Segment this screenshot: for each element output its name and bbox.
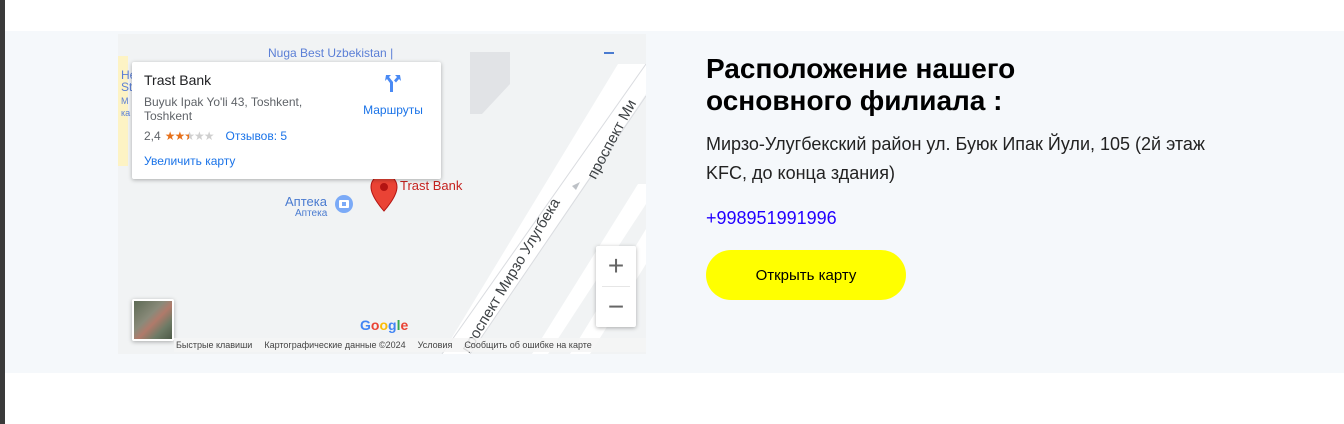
poi-label-cut-2: St [121, 80, 133, 94]
place-info-card: Trast Bank Buyuk Ipak Yo'li 43, Toshkent… [132, 62, 441, 179]
open-map-button[interactable]: Открыть карту [706, 250, 906, 300]
directions-label: Маршруты [363, 103, 423, 117]
poi-label-cut-3: M [121, 96, 129, 106]
rating-row: 2,4 ★★★★★★ Отзывов: 5 [144, 129, 287, 143]
google-logo: Google [360, 317, 409, 333]
pin-label[interactable]: Trast Bank [400, 178, 462, 193]
phone-link[interactable]: +998951991996 [706, 208, 837, 229]
poi-label-nuga-best[interactable]: Nuga Best Uzbekistan | [268, 46, 393, 60]
reviews-link[interactable]: Отзывов: 5 [225, 129, 287, 143]
directions-icon [385, 75, 401, 92]
pharmacy-title[interactable]: Аптека [285, 194, 327, 209]
branch-address: Мирзо-Улугбекский район ул. Буюк Ипак Йу… [706, 134, 1205, 183]
pharmacy-subtitle: Аптека [295, 208, 328, 219]
terms-link[interactable]: Условия [418, 340, 453, 350]
zoom-out-button[interactable]: − [596, 287, 636, 327]
rating-stars-icon: ★★★★★★ [164, 129, 215, 143]
report-error-link[interactable]: Сообщить об ошибке на карте [464, 340, 591, 350]
map-data-credit: Картографические данные ©2024 [264, 340, 406, 350]
rating-value: 2,4 [144, 129, 161, 143]
map-attribution-bar: Быстрые клавиши Картографические данные … [174, 338, 646, 352]
poi-label-cut-4: ка [121, 108, 131, 118]
keyboard-shortcuts-link[interactable]: Быстрые клавиши [176, 340, 252, 350]
pharmacy-icon [335, 195, 353, 213]
zoom-controls: + − [596, 246, 636, 327]
place-title: Trast Bank [144, 72, 212, 88]
section-heading: Расположение нашего основного филиала : [706, 53, 1016, 116]
zoom-in-button[interactable]: + [596, 246, 636, 286]
directions-button[interactable]: Маршруты [358, 72, 428, 117]
enlarge-map-link[interactable]: Увеличить карту [144, 154, 235, 168]
satellite-view-toggle[interactable] [132, 299, 174, 341]
place-address: Buyuk Ipak Yo'li 43, Toshkent, Toshkent [144, 95, 303, 123]
